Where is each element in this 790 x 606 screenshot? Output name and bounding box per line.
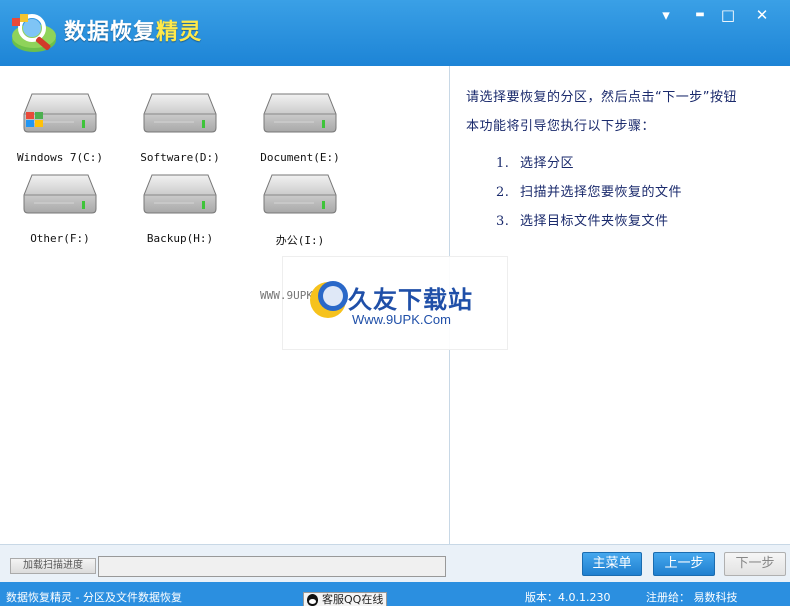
step-item: 2. 扫描并选择您要恢复的文件 [496, 178, 682, 207]
app-title: 数据恢复精灵 [64, 14, 202, 46]
version-text: 版本：4.0.1.230 [525, 591, 611, 604]
app-logo-icon [12, 14, 56, 52]
step-number: 3. [496, 214, 510, 229]
drive-label: 办公(I:) [275, 234, 325, 247]
drive-label: Windows 7(C:) [16, 151, 104, 164]
drive-icon [263, 174, 337, 214]
drive-item[interactable]: 办公(I:) [244, 169, 356, 247]
qq-support-button[interactable]: 客服QQ在线 [303, 592, 387, 606]
drive-icon [143, 93, 217, 133]
drive-icon [263, 93, 337, 133]
main-menu-button[interactable]: 主菜单 [582, 552, 642, 576]
maximize-icon[interactable]: □ [714, 4, 742, 26]
drive-item[interactable]: Windows 7(C:) [4, 88, 116, 164]
drive-item[interactable]: Backup(H:) [124, 169, 236, 245]
step-item: 1. 选择分区 [496, 149, 682, 178]
step-text: 选择分区 [520, 156, 575, 171]
registration-text: 注册给： 易数科技 [646, 591, 738, 604]
drive-item[interactable]: Software(D:) [124, 88, 236, 164]
app-title-main: 数据恢复 [64, 20, 157, 45]
minimize-icon[interactable]: ▬ [686, 4, 714, 26]
drive-label: Document(E:) [260, 151, 340, 164]
drive-item[interactable]: Document(E:) [244, 88, 356, 164]
instructions-text: 请选择要恢复的分区，然后点击“下一步”按钮 本功能将引导您执行以下步骤： [466, 83, 784, 141]
instruction-line-1: 请选择要恢复的分区，然后点击“下一步”按钮 [466, 90, 737, 105]
drive-icon [23, 174, 97, 214]
drive-label: Backup(H:) [146, 232, 214, 245]
load-scan-progress-button[interactable]: 加载扫描进度 [10, 558, 96, 574]
step-number: 1. [496, 156, 510, 171]
drive-item[interactable]: Other(F:) [4, 169, 116, 245]
drive-label: Other(F:) [30, 232, 90, 245]
step-text: 选择目标文件夹恢复文件 [520, 214, 669, 229]
step-number: 2. [496, 185, 510, 200]
drive-icon [143, 174, 217, 214]
title-bar: 数据恢复精灵 ▾ ▬ □ ✕ [0, 0, 790, 66]
action-bar: 加载扫描进度 主菜单 上一步 下一步 [0, 544, 790, 582]
previous-step-button[interactable]: 上一步 [653, 552, 715, 576]
progress-bar [98, 556, 446, 577]
watermark-url: Www.9UPK.Com [352, 312, 451, 327]
app-title-highlight: 精灵 [156, 20, 203, 45]
menu-dropdown-icon[interactable]: ▾ [652, 4, 680, 26]
step-list: 1. 选择分区 2. 扫描并选择您要恢复的文件 3. 选择目标文件夹恢复文件 [496, 149, 682, 236]
status-app-description: 数据恢复精灵 - 分区及文件数据恢复 [6, 591, 182, 604]
qq-icon [307, 594, 318, 606]
next-step-button[interactable]: 下一步 [724, 552, 786, 576]
watermark-title: 久友下载站 [348, 286, 473, 314]
step-text: 扫描并选择您要恢复的文件 [520, 185, 683, 200]
qq-support-label: 客服QQ在线 [322, 593, 384, 606]
close-icon[interactable]: ✕ [748, 4, 776, 26]
status-bar: 数据恢复精灵 - 分区及文件数据恢复 客服QQ在线 版本：4.0.1.230 注… [0, 582, 790, 606]
drive-label: Software(D:) [140, 151, 220, 164]
watermark-logo-icon [310, 281, 348, 318]
step-item: 3. 选择目标文件夹恢复文件 [496, 207, 682, 236]
instruction-line-2: 本功能将引导您执行以下步骤： [466, 119, 656, 134]
system-drive-icon [23, 93, 97, 133]
